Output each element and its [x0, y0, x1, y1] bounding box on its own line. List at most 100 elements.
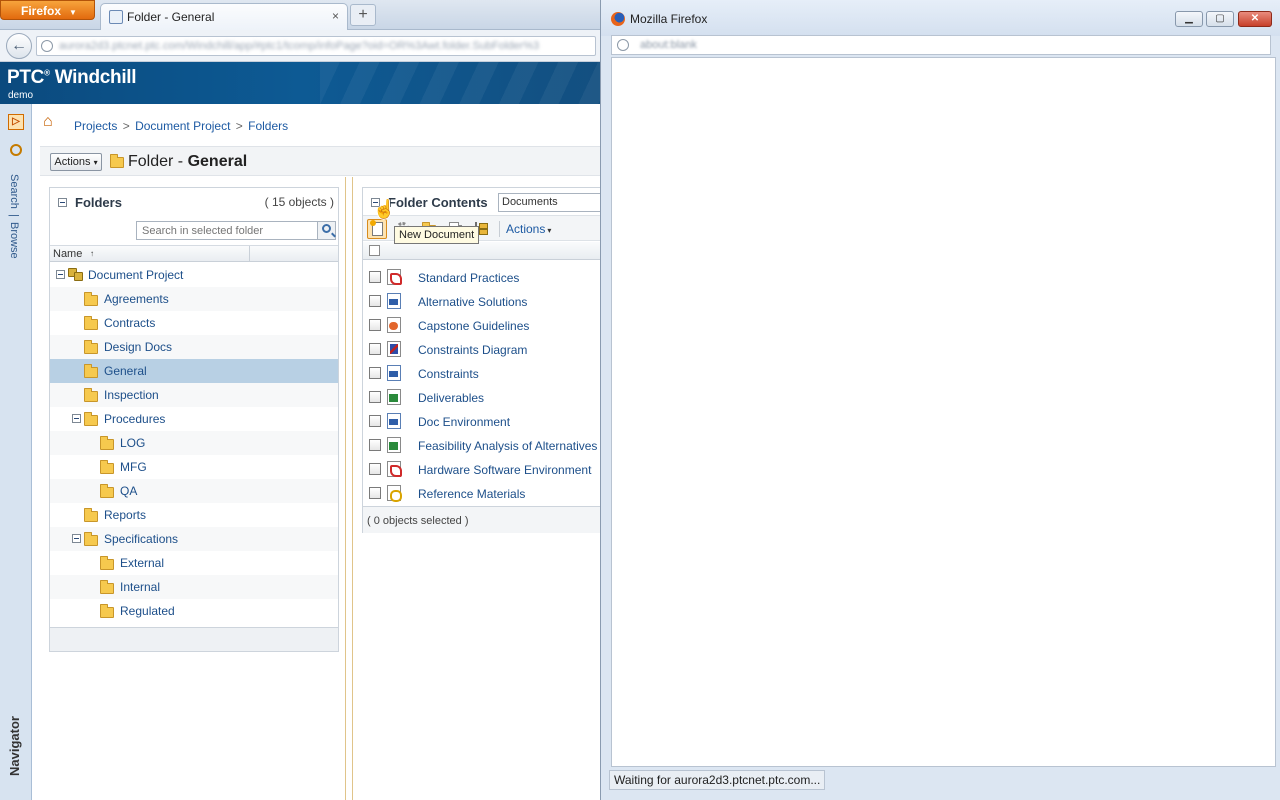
- word-document-icon[interactable]: [387, 413, 401, 429]
- folder-search-button[interactable]: [317, 222, 335, 239]
- folder-tree-row[interactable]: Regulated: [50, 599, 338, 623]
- firefox-menu-button[interactable]: Firefox ▼: [0, 0, 95, 20]
- document-link[interactable]: Capstone Guidelines: [418, 319, 529, 333]
- folder-tree-label[interactable]: Document Project: [88, 268, 183, 282]
- folder-tree-label[interactable]: MFG: [120, 460, 147, 474]
- row-checkbox[interactable]: [369, 343, 381, 355]
- folder-tree-label[interactable]: Specifications: [104, 532, 178, 546]
- folder-tree-row[interactable]: Design Docs: [50, 335, 338, 359]
- breadcrumb-separator: >: [122, 119, 130, 133]
- document-link[interactable]: Constraints Diagram: [418, 343, 527, 357]
- view-select[interactable]: Documents: [498, 193, 600, 212]
- row-checkbox[interactable]: [369, 295, 381, 307]
- expand-navigator-icon[interactable]: ▷: [8, 114, 24, 130]
- windchill-logo[interactable]: PTC® Windchill: [7, 67, 137, 89]
- rail-tab-search[interactable]: Search: [8, 174, 20, 209]
- row-checkbox[interactable]: [369, 319, 381, 331]
- folder-tree-label[interactable]: Reports: [104, 508, 146, 522]
- breadcrumb-projects[interactable]: Projects: [74, 119, 117, 133]
- collapse-icon[interactable]: [56, 270, 65, 279]
- document-link[interactable]: Doc Environment: [418, 415, 510, 429]
- row-checkbox[interactable]: [369, 439, 381, 451]
- contents-actions-menu[interactable]: Actions ▾: [506, 222, 551, 236]
- column-name[interactable]: Name: [53, 248, 82, 260]
- folder-tree-row[interactable]: LOG: [50, 431, 338, 455]
- row-checkbox[interactable]: [369, 463, 381, 475]
- document-link[interactable]: Standard Practices: [418, 271, 519, 285]
- folders-pane: Folders ( 15 objects ) Name ↑ Document P…: [49, 187, 339, 652]
- new-tab-button[interactable]: +: [350, 4, 376, 26]
- folder-tree-label[interactable]: Inspection: [104, 388, 159, 402]
- folder-tree-label[interactable]: Internal: [120, 580, 160, 594]
- maximize-button[interactable]: ▢: [1206, 11, 1234, 27]
- document-link[interactable]: Deliverables: [418, 391, 484, 405]
- popup-address-bar[interactable]: about:blank: [611, 35, 1271, 55]
- tab-close-icon[interactable]: ×: [332, 9, 339, 23]
- folder-tree-label[interactable]: Procedures: [104, 412, 165, 426]
- document-link[interactable]: Constraints: [418, 367, 479, 381]
- folder-tree-label[interactable]: LOG: [120, 436, 145, 450]
- row-checkbox[interactable]: [369, 487, 381, 499]
- folder-tree-row[interactable]: QA: [50, 479, 338, 503]
- word-document-icon[interactable]: [387, 365, 401, 381]
- new-document-button[interactable]: [367, 219, 387, 239]
- search-icon[interactable]: [10, 144, 22, 156]
- document-link[interactable]: Alternative Solutions: [418, 295, 527, 309]
- sort-ascending-icon: ↑: [90, 249, 94, 258]
- pdf-document-icon[interactable]: [387, 461, 402, 477]
- folder-tree-row[interactable]: Internal: [50, 575, 338, 599]
- pane-splitter[interactable]: [345, 177, 353, 800]
- pdf-document-icon[interactable]: [387, 269, 402, 285]
- folder-tree-row[interactable]: External: [50, 551, 338, 575]
- row-checkbox[interactable]: [369, 391, 381, 403]
- breadcrumb-document-project[interactable]: Document Project: [135, 119, 230, 133]
- folder-tree-label[interactable]: Regulated: [120, 604, 175, 618]
- excel-document-icon[interactable]: [387, 437, 401, 453]
- folder-tree-label[interactable]: Agreements: [104, 292, 169, 306]
- back-button[interactable]: ←: [6, 33, 32, 59]
- folder-tree-row[interactable]: Document Project: [50, 263, 338, 287]
- folder-tree-row[interactable]: General: [50, 359, 338, 383]
- gear-document-icon[interactable]: [387, 485, 402, 502]
- row-checkbox[interactable]: [369, 271, 381, 283]
- breadcrumb-folders[interactable]: Folders: [248, 119, 288, 133]
- collapse-icon[interactable]: [72, 414, 81, 423]
- drawing-document-icon[interactable]: [387, 341, 401, 357]
- column-divider[interactable]: [249, 246, 250, 261]
- navigator-label[interactable]: Navigator: [7, 716, 22, 776]
- word-document-icon[interactable]: [387, 293, 401, 309]
- folder-search-input[interactable]: [137, 222, 313, 239]
- folder-tree-label[interactable]: Contracts: [104, 316, 155, 330]
- document-link[interactable]: Hardware Software Environment: [418, 463, 591, 477]
- row-checkbox[interactable]: [369, 415, 381, 427]
- rail-search-label: Search: [8, 174, 20, 209]
- minimize-button[interactable]: ▁: [1175, 11, 1203, 27]
- collapse-icon[interactable]: [58, 198, 67, 207]
- folder-tree-row[interactable]: Reports: [50, 503, 338, 527]
- excel-document-icon[interactable]: [387, 389, 401, 405]
- popup-title-bar[interactable]: Mozilla Firefox ▁ ▢ ✕: [601, 0, 1280, 36]
- address-bar[interactable]: aurora2d3.ptcnet.ptc.com/Windchill/app/#…: [36, 36, 596, 56]
- select-all-checkbox[interactable]: [369, 245, 380, 256]
- tab-folder-general[interactable]: Folder - General ×: [100, 3, 348, 30]
- rail-tab-browse[interactable]: Browse: [8, 222, 20, 259]
- folder-tree-row[interactable]: Contracts: [50, 311, 338, 335]
- document-link[interactable]: Reference Materials: [418, 487, 525, 501]
- folder-tree-row[interactable]: MFG: [50, 455, 338, 479]
- folder-tree-row[interactable]: Agreements: [50, 287, 338, 311]
- folder-tree-row[interactable]: Specifications: [50, 527, 338, 551]
- folder-tree-row[interactable]: Procedures: [50, 407, 338, 431]
- ppt-document-icon[interactable]: [387, 317, 401, 333]
- folder-tree-label[interactable]: Design Docs: [104, 340, 172, 354]
- folder-tree-label[interactable]: General: [104, 364, 147, 378]
- page-actions-button[interactable]: Actions ▾: [50, 153, 102, 171]
- contents-header: Folder Contents Documents: [363, 188, 600, 216]
- document-link[interactable]: Feasibility Analysis of Alternatives: [418, 439, 597, 453]
- close-button[interactable]: ✕: [1238, 11, 1272, 27]
- collapse-icon[interactable]: [72, 534, 81, 543]
- home-icon[interactable]: ⌂: [43, 114, 61, 130]
- folder-tree-label[interactable]: QA: [120, 484, 137, 498]
- row-checkbox[interactable]: [369, 367, 381, 379]
- folder-tree-label[interactable]: External: [120, 556, 164, 570]
- folder-tree-row[interactable]: Inspection: [50, 383, 338, 407]
